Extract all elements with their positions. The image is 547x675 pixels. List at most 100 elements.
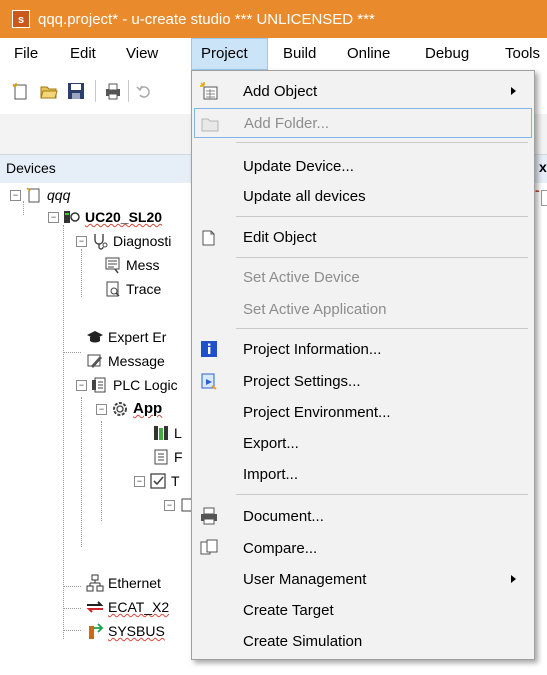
application-gear-icon xyxy=(113,402,127,416)
collapse-toggle-icon[interactable]: − xyxy=(164,499,175,511)
menu-item-add-folder[interactable]: Add Folder... xyxy=(194,108,532,138)
sysbus-icon xyxy=(89,623,104,639)
tree-node-label: Trace xyxy=(126,281,162,297)
print-icon[interactable] xyxy=(104,82,122,100)
tree-node-ecat[interactable]: ECAT_X2 xyxy=(86,596,169,618)
menu-item-project-environment[interactable]: Project Environment... xyxy=(194,397,532,427)
tree-node-messages[interactable]: Mess xyxy=(104,254,159,276)
menu-separator xyxy=(236,142,528,143)
tree-node-ethernet[interactable]: Ethernet xyxy=(86,572,161,594)
menu-debug[interactable]: Debug xyxy=(425,38,469,70)
tree-node-label: Message xyxy=(108,353,165,369)
tree-node-label: ECAT_X2 xyxy=(108,599,170,615)
project-icon xyxy=(26,187,40,203)
ethercat-icon xyxy=(86,601,104,613)
menu-item-update-device[interactable]: Update Device... xyxy=(194,151,532,181)
menu-item-label: Set Active Application xyxy=(243,300,387,318)
tree-node-device[interactable]: − UC20_SL20 xyxy=(48,206,162,228)
menu-item-update-all-devices[interactable]: Update all devices xyxy=(194,181,532,211)
menu-item-label: Import... xyxy=(243,465,299,483)
menu-item-compare[interactable]: Compare... xyxy=(194,533,532,563)
tree-node-label: F xyxy=(174,449,183,465)
collapse-toggle-icon[interactable]: − xyxy=(134,475,145,487)
tree-node-label: Expert Er xyxy=(108,329,167,345)
collapse-toggle-icon[interactable]: − xyxy=(76,235,87,247)
tree-node-expert[interactable]: Expert Er xyxy=(86,326,166,348)
tree-node-project[interactable]: − qqq xyxy=(10,184,70,206)
toolbar-separator xyxy=(95,80,96,102)
tree-node-message[interactable]: Message xyxy=(86,350,165,372)
menu-online[interactable]: Online xyxy=(347,38,390,70)
menu-item-edit-object[interactable]: Edit Object xyxy=(194,222,532,252)
message-edit-icon xyxy=(87,354,102,368)
plc-logic-icon xyxy=(92,377,106,393)
menu-item-set-active-device[interactable]: Set Active Device xyxy=(194,262,532,292)
menu-item-label: Project Information... xyxy=(243,340,382,358)
collapse-toggle-icon[interactable]: − xyxy=(96,403,107,415)
menu-item-add-object[interactable]: Add Object xyxy=(194,76,532,106)
menu-separator xyxy=(236,328,528,329)
tree-node-label: UC20_SL20 xyxy=(85,209,163,225)
tree-node-label: SYSBUS xyxy=(108,623,165,639)
menu-item-create-simulation[interactable]: Create Simulation xyxy=(194,626,532,656)
menu-item-create-target[interactable]: Create Target xyxy=(194,595,532,625)
window-title: qqq.project* - u-create studio *** UNLIC… xyxy=(38,10,375,28)
menu-tools[interactable]: Tools xyxy=(505,38,540,70)
menu-item-project-settings[interactable]: Project Settings... xyxy=(194,366,532,396)
menu-item-label: Compare... xyxy=(243,539,318,557)
close-panel-icon[interactable]: x xyxy=(539,159,547,175)
menu-item-export[interactable]: Export... xyxy=(194,428,532,458)
hidden-panel-box xyxy=(541,190,547,206)
tree-node-label: qqq xyxy=(47,187,71,203)
tree-node-task[interactable]: − T xyxy=(134,470,180,492)
open-project-icon[interactable] xyxy=(40,82,58,100)
menu-item-label: Update Device... xyxy=(243,157,354,175)
menu-project[interactable]: Project xyxy=(191,38,268,70)
menu-file[interactable]: File xyxy=(14,38,38,70)
menu-view[interactable]: View xyxy=(126,38,158,70)
trace-icon xyxy=(106,281,120,297)
menu-item-label: Add Folder... xyxy=(244,114,330,132)
tree-node-diagnostics[interactable]: − Diagnosti xyxy=(76,230,171,252)
edit-object-icon xyxy=(202,230,215,246)
undo-icon[interactable] xyxy=(135,82,153,100)
tree-node-label: T xyxy=(171,473,180,489)
menu-item-document[interactable]: Document... xyxy=(194,501,532,531)
tree-node-plc-logic[interactable]: − PLC Logic xyxy=(76,374,178,396)
tree-node-application[interactable]: − App xyxy=(96,398,162,420)
collapse-toggle-icon[interactable]: − xyxy=(48,211,59,223)
menu-item-label: User Management xyxy=(243,570,367,588)
tree-node-trace[interactable]: Trace xyxy=(104,278,161,300)
menu-separator xyxy=(236,494,528,495)
tree-node-label: Ethernet xyxy=(108,575,161,591)
menu-bar: File Edit View Project Build Online Debu… xyxy=(0,38,547,70)
menu-separator xyxy=(236,216,528,217)
tree-node-label: Diagnosti xyxy=(113,233,172,249)
collapse-toggle-icon[interactable]: − xyxy=(76,379,87,391)
menu-item-import[interactable]: Import... xyxy=(194,459,532,489)
save-icon[interactable] xyxy=(67,82,85,100)
menu-edit[interactable]: Edit xyxy=(70,38,96,70)
new-project-icon[interactable] xyxy=(12,82,30,100)
app-logo-icon: s xyxy=(12,10,30,28)
menu-item-label: Add Object xyxy=(243,82,318,100)
tree-node-sysbus[interactable]: SYSBUS xyxy=(86,620,165,642)
menu-item-set-active-application[interactable]: Set Active Application xyxy=(194,294,532,324)
library-icon xyxy=(154,426,168,440)
menu-build[interactable]: Build xyxy=(283,38,316,70)
hidden-panel-fragment: - xyxy=(535,182,540,198)
tree-node-library[interactable]: L xyxy=(152,422,182,444)
collapse-toggle-icon[interactable]: − xyxy=(10,189,21,201)
printer-icon xyxy=(201,507,217,525)
menu-item-label: Create Target xyxy=(243,601,334,619)
menu-item-label: Project Environment... xyxy=(243,403,391,421)
menu-separator xyxy=(236,257,528,258)
menu-item-label: Create Simulation xyxy=(243,632,363,650)
document-icon xyxy=(154,449,168,465)
device-controller-icon xyxy=(64,211,80,223)
menu-item-user-management[interactable]: User Management xyxy=(194,564,532,594)
tree-node-pou[interactable]: F xyxy=(152,446,183,468)
menu-item-label: Export... xyxy=(243,434,299,452)
message-log-icon xyxy=(105,257,120,274)
menu-item-project-information[interactable]: Project Information... xyxy=(194,334,532,364)
